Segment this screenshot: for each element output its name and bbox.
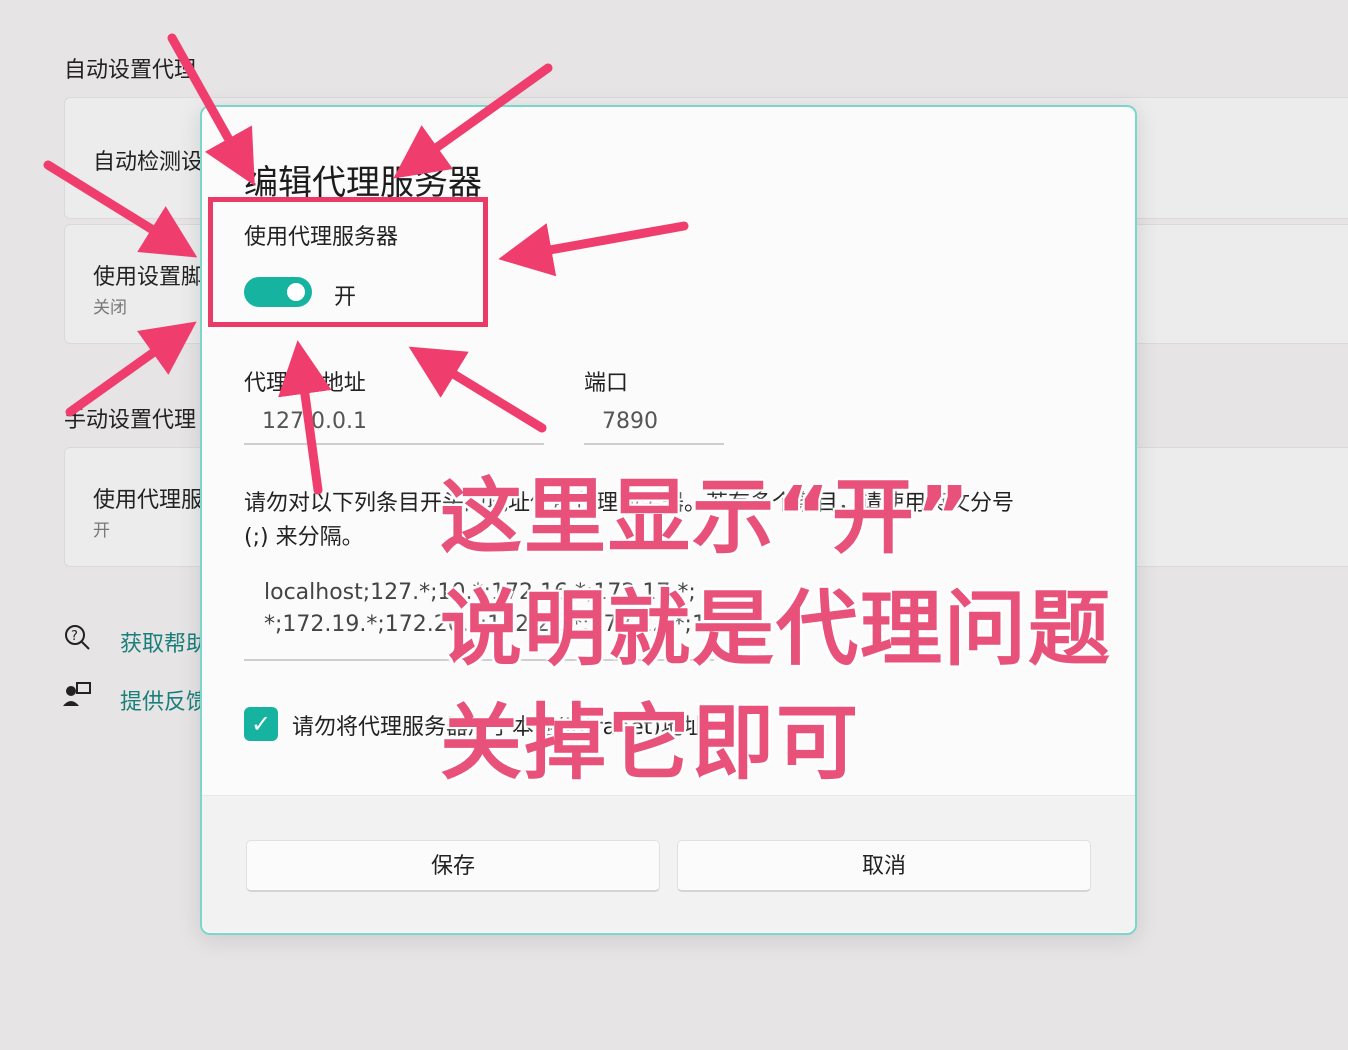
arrow-top-right [393, 63, 553, 179]
annotation-caption-line1: 这里显示“开” [440, 470, 972, 565]
annotation-caption-line2: 说明就是代理问题 [440, 582, 1113, 677]
arrow-right [498, 221, 689, 277]
arrow-left-upper [43, 160, 198, 258]
arrow-top-left [167, 33, 255, 186]
annotation-caption-line3: 关掉它即可 [440, 696, 861, 791]
arrow-left-lower [65, 321, 197, 417]
arrow-bottom-left [278, 340, 332, 495]
arrow-bottom-right [408, 346, 547, 433]
